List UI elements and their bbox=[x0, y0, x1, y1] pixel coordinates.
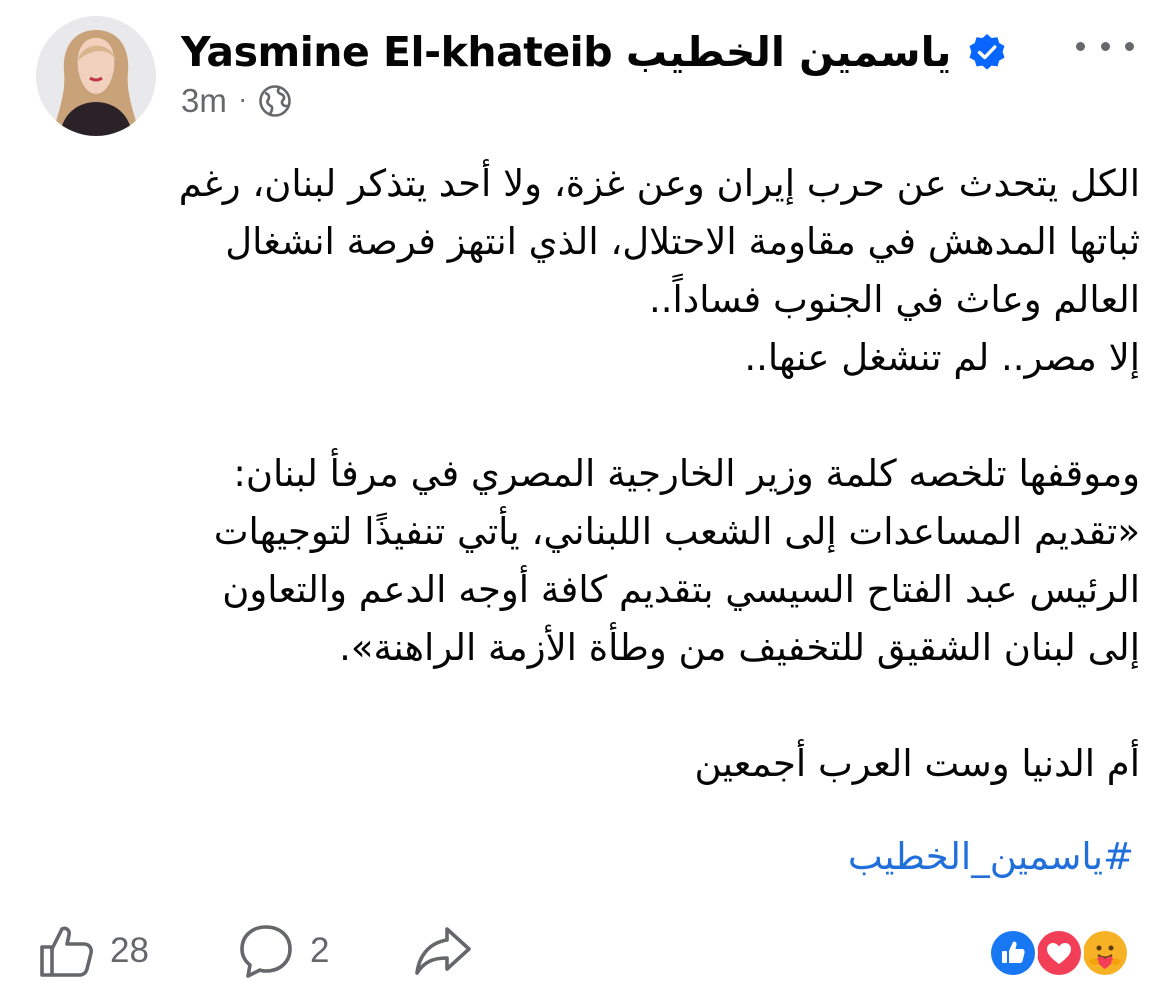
post-line: «تقديم المساعدات إلى الشعب اللبناني، يأت… bbox=[213, 510, 1140, 553]
share-button[interactable] bbox=[411, 921, 475, 981]
like-reaction-icon bbox=[988, 928, 1038, 978]
share-icon bbox=[415, 927, 471, 975]
post-line: أم الدنيا وست العرب أجمعين bbox=[694, 742, 1140, 785]
more-dot bbox=[1100, 41, 1110, 51]
meta-separator: · bbox=[238, 87, 247, 115]
more-options-icon[interactable] bbox=[1076, 34, 1134, 58]
post-line: الكل يتحدث عن حرب إيران وعن غزة، ولا أحد… bbox=[178, 162, 1140, 205]
post-line: إلى لبنان الشقيق للتخفيف من وطأة الأزمة … bbox=[339, 626, 1140, 669]
action-bar: 28 2 bbox=[36, 918, 475, 984]
care-reaction-icon bbox=[1080, 928, 1130, 978]
post-timestamp[interactable]: 3m bbox=[181, 82, 227, 120]
comment-button[interactable]: 2 bbox=[236, 921, 411, 981]
thumbs-up-icon bbox=[40, 926, 93, 977]
avatar-photo bbox=[36, 16, 156, 136]
globe-icon[interactable] bbox=[258, 84, 292, 118]
comment-icon bbox=[240, 925, 292, 978]
post-line bbox=[60, 677, 1140, 735]
author-name[interactable]: Yasmine El-khateib ياسمين الخطيب bbox=[181, 28, 952, 76]
author-header: Yasmine El-khateib ياسمين الخطيب bbox=[181, 28, 1007, 76]
verified-badge-icon bbox=[967, 32, 1007, 72]
author-avatar[interactable] bbox=[36, 16, 156, 136]
post-text: الكل يتحدث عن حرب إيران وعن غزة، ولا أحد… bbox=[60, 155, 1140, 793]
post-line: العالم وعاث في الجنوب فساداً.. bbox=[649, 278, 1140, 321]
reaction-summary[interactable] bbox=[988, 928, 1134, 978]
hashtag-link[interactable]: #ياسمين_الخطيب bbox=[848, 835, 1134, 878]
love-reaction-icon bbox=[1034, 928, 1084, 978]
like-count: 28 bbox=[110, 931, 149, 970]
post-line bbox=[60, 387, 1140, 445]
comment-count: 2 bbox=[310, 931, 330, 970]
like-button[interactable]: 28 bbox=[36, 921, 236, 981]
more-dot bbox=[1076, 41, 1085, 51]
post-line: ثباتها المدهش في مقاومة الاحتلال، الذي ا… bbox=[225, 220, 1140, 263]
post-line: الرئيس عبد الفتاح السيسي بتقديم كافة أوج… bbox=[222, 568, 1140, 611]
more-dot bbox=[1125, 41, 1134, 51]
post-line: وموقفها تلخصه كلمة وزير الخارجية المصري … bbox=[233, 452, 1140, 495]
post-line: إلا مصر.. لم تنشغل عنها.. bbox=[744, 336, 1140, 379]
post-meta: 3m · bbox=[181, 82, 292, 120]
